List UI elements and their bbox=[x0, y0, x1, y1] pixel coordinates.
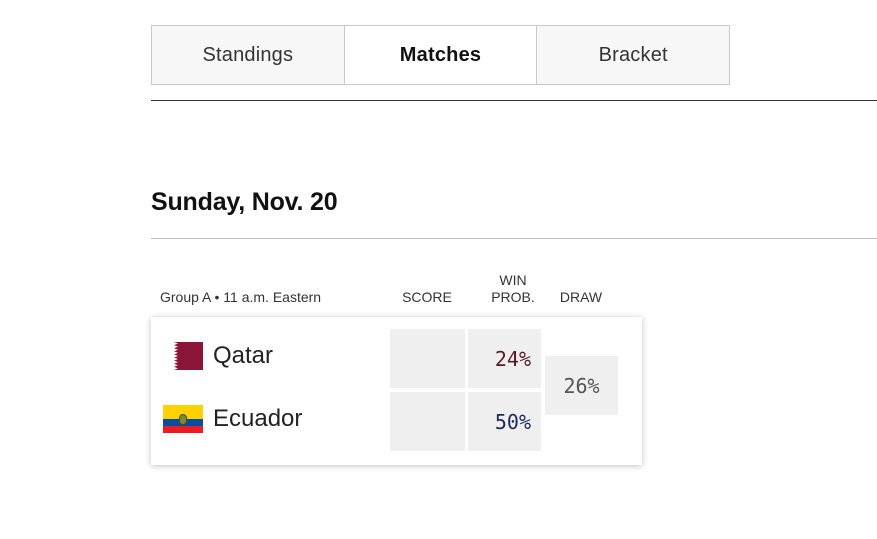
score-cell-qatar bbox=[390, 329, 465, 388]
win-prob-cell-ecuador: 50% bbox=[468, 392, 541, 451]
team-row-qatar: Qatar bbox=[163, 342, 273, 370]
view-tabs: Standings Matches Bracket bbox=[151, 25, 730, 85]
group-time-label: Group A • 11 a.m. Eastern bbox=[160, 289, 322, 305]
draw-column-header: DRAW bbox=[559, 289, 603, 305]
date-heading: Sunday, Nov. 20 bbox=[151, 188, 338, 216]
draw-prob: 26% bbox=[563, 373, 600, 398]
win-prob-header-line2: PROB. bbox=[491, 289, 535, 305]
score-column-header: SCORE bbox=[402, 289, 452, 305]
tabs-divider bbox=[151, 100, 877, 101]
win-prob-cell-qatar: 24% bbox=[468, 329, 541, 388]
date-divider bbox=[151, 238, 877, 239]
team-row-ecuador: Ecuador bbox=[163, 405, 302, 433]
tab-bracket[interactable]: Bracket bbox=[536, 26, 729, 84]
ecuador-flag-icon bbox=[163, 405, 203, 433]
match-card[interactable]: Qatar Ecuador 24% 50% 26% bbox=[151, 317, 642, 465]
win-prob-ecuador: 50% bbox=[494, 409, 531, 434]
tab-standings[interactable]: Standings bbox=[152, 26, 344, 84]
team-name-qatar: Qatar bbox=[213, 342, 274, 369]
qatar-flag-icon bbox=[163, 342, 203, 370]
team-name-ecuador: Ecuador bbox=[213, 405, 303, 432]
tab-matches[interactable]: Matches bbox=[343, 26, 537, 84]
draw-prob-cell: 26% bbox=[545, 356, 618, 415]
win-prob-header-line1: WIN bbox=[499, 272, 527, 288]
win-prob-column-header: WIN PROB. bbox=[478, 272, 548, 306]
score-cell-ecuador bbox=[390, 392, 465, 451]
win-prob-qatar: 24% bbox=[494, 346, 531, 371]
